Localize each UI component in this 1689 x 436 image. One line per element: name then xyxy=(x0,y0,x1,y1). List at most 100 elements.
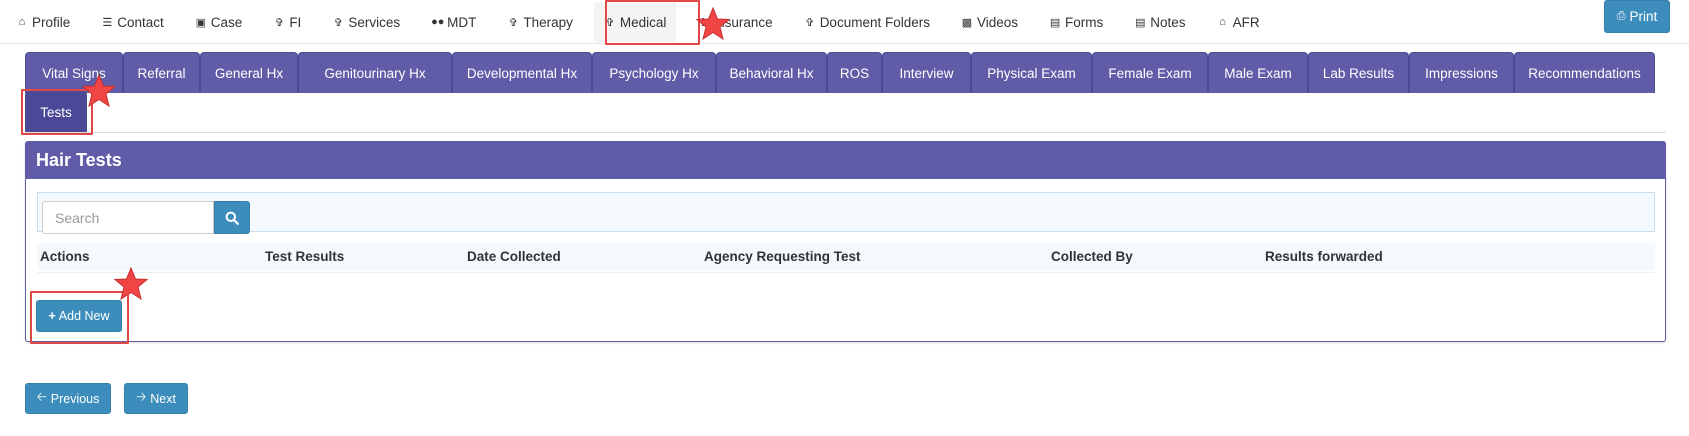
person-icon: ✞ xyxy=(605,16,615,29)
nav-label: Services xyxy=(348,14,401,30)
nav-videos[interactable]: ▩ Videos xyxy=(951,2,1028,42)
tab-label: Tests xyxy=(40,104,72,120)
tab-ros[interactable]: ROS xyxy=(827,52,882,93)
tab-impressions[interactable]: Impressions xyxy=(1409,52,1514,93)
tab-label: Genitourinary Hx xyxy=(324,65,426,81)
tab-label: Referral xyxy=(137,65,186,81)
add-new-label: Add New xyxy=(58,309,110,323)
column-header[interactable]: Test Results xyxy=(265,249,344,264)
print-button[interactable]: ⎙ Print xyxy=(1604,0,1670,33)
nav-medical[interactable]: ✞ Medical xyxy=(593,2,677,42)
column-header[interactable]: Actions xyxy=(40,249,90,264)
tab-label: Interview xyxy=(899,65,954,81)
arrow-right-icon: 🡢 xyxy=(136,390,147,404)
users-icon: ●● xyxy=(431,16,445,28)
table-header: Actions Test Results Date Collected Agen… xyxy=(37,243,1655,270)
table-divider xyxy=(37,272,1655,273)
tab-developmental-hx[interactable]: Developmental Hx xyxy=(452,52,592,93)
person-icon: ✞ xyxy=(508,16,518,29)
search-input[interactable] xyxy=(42,201,214,234)
tab-label: Physical Exam xyxy=(987,65,1076,81)
person-icon: ✞ xyxy=(274,16,284,29)
panel-title: Hair Tests xyxy=(26,142,1665,179)
tab-label: Psychology Hx xyxy=(609,65,699,81)
tab-male-exam[interactable]: Male Exam xyxy=(1208,52,1308,93)
home-icon: ⌂ xyxy=(1219,16,1226,28)
tab-label: General Hx xyxy=(214,65,284,81)
nav-notes[interactable]: ▤ Notes xyxy=(1124,2,1195,42)
tab-label: Vital Signs xyxy=(42,65,106,81)
file-text-icon: ▤ xyxy=(1135,16,1146,29)
tab-genitourinary-hx[interactable]: Genitourinary Hx xyxy=(298,52,452,93)
tab-general-hx[interactable]: General Hx xyxy=(200,52,298,93)
previous-label: Previous xyxy=(50,391,100,406)
print-label: Print xyxy=(1629,9,1658,24)
person-icon: ✞ xyxy=(698,16,708,29)
nav-label: Notes xyxy=(1150,14,1186,30)
top-navigation: ⌂ Profile ☰ Contact ▣ Case ✞ FI ✞ Servic… xyxy=(0,0,1689,44)
add-new-button[interactable]: + Add New xyxy=(36,300,122,332)
column-header[interactable]: Collected By xyxy=(1051,249,1133,264)
hair-tests-panel: Hair Tests Actions Test Results Date Col… xyxy=(25,141,1666,342)
nav-profile[interactable]: ⌂ Profile xyxy=(6,2,80,42)
tab-label: Female Exam xyxy=(1108,65,1192,81)
plus-icon: + xyxy=(48,309,56,323)
printer-icon: ⎙ xyxy=(1616,10,1626,22)
tab-tests[interactable]: Tests xyxy=(25,91,87,132)
nav-forms[interactable]: ▤ Forms xyxy=(1039,2,1113,42)
nav-label: Profile xyxy=(32,14,71,30)
nav-afr[interactable]: ⌂ AFR xyxy=(1207,2,1270,42)
nav-divider xyxy=(0,43,1689,44)
tab-psychology-hx[interactable]: Psychology Hx xyxy=(592,52,716,93)
nav-fi[interactable]: ✞ FI xyxy=(263,2,311,42)
nav-label: Insurance xyxy=(713,14,773,30)
nav-label: AFR xyxy=(1232,14,1260,30)
tab-label: Developmental Hx xyxy=(466,65,578,81)
tab-label: Lab Results xyxy=(1322,65,1395,81)
tab-behavioral-hx[interactable]: Behavioral Hx xyxy=(716,52,827,93)
file-video-icon: ▩ xyxy=(961,16,973,29)
nav-document-folders[interactable]: ✞ Document Folders xyxy=(794,2,940,42)
search-toolbar xyxy=(37,192,1655,234)
column-header[interactable]: Agency Requesting Test xyxy=(704,249,861,264)
briefcase-icon: ▣ xyxy=(195,16,206,29)
tab-label: Behavioral Hx xyxy=(729,65,814,81)
search-button[interactable] xyxy=(214,201,250,234)
previous-button[interactable]: 🡠 Previous xyxy=(25,383,111,414)
nav-label: Document Folders xyxy=(819,14,930,30)
nav-label: Contact xyxy=(117,14,164,30)
nav-label: Videos xyxy=(976,14,1019,30)
next-label: Next xyxy=(150,391,176,406)
tabs-divider xyxy=(25,132,1666,133)
nav-therapy[interactable]: ✞ Therapy xyxy=(497,2,583,42)
tab-recommendations[interactable]: Recommendations xyxy=(1514,52,1655,93)
tab-interview[interactable]: Interview xyxy=(882,52,971,93)
tab-vital-signs[interactable]: Vital Signs xyxy=(25,52,123,93)
tab-label: ROS xyxy=(839,65,870,81)
next-button[interactable]: 🡢 Next xyxy=(124,383,188,414)
person-icon: ✞ xyxy=(333,16,343,29)
search-icon xyxy=(225,211,239,225)
nav-label: FI xyxy=(289,14,302,30)
tab-lab-results[interactable]: Lab Results xyxy=(1308,52,1409,93)
nav-mdt[interactable]: ●● MDT xyxy=(421,2,486,42)
column-header[interactable]: Results forwarded xyxy=(1265,249,1383,264)
nav-case[interactable]: ▣ Case xyxy=(185,2,253,42)
arrow-left-icon: 🡠 xyxy=(36,390,47,404)
nav-services[interactable]: ✞ Services xyxy=(322,2,410,42)
list-icon: ☰ xyxy=(102,16,113,29)
nav-label: Medical xyxy=(619,14,667,30)
column-header[interactable]: Date Collected xyxy=(467,249,561,264)
nav-label: MDT xyxy=(447,14,477,30)
tab-label: Impressions xyxy=(1425,65,1498,81)
nav-contact[interactable]: ☰ Contact xyxy=(91,2,174,42)
nav-label: Therapy xyxy=(523,14,573,30)
file-text-icon: ▤ xyxy=(1049,16,1061,29)
tab-physical-exam[interactable]: Physical Exam xyxy=(971,52,1092,93)
tab-referral[interactable]: Referral xyxy=(123,52,200,93)
tab-female-exam[interactable]: Female Exam xyxy=(1092,52,1208,93)
nav-label: Case xyxy=(210,14,243,30)
tab-label: Recommendations xyxy=(1528,65,1641,81)
nav-insurance[interactable]: ✞ Insurance xyxy=(687,2,782,42)
tab-label: Male Exam xyxy=(1224,65,1292,81)
